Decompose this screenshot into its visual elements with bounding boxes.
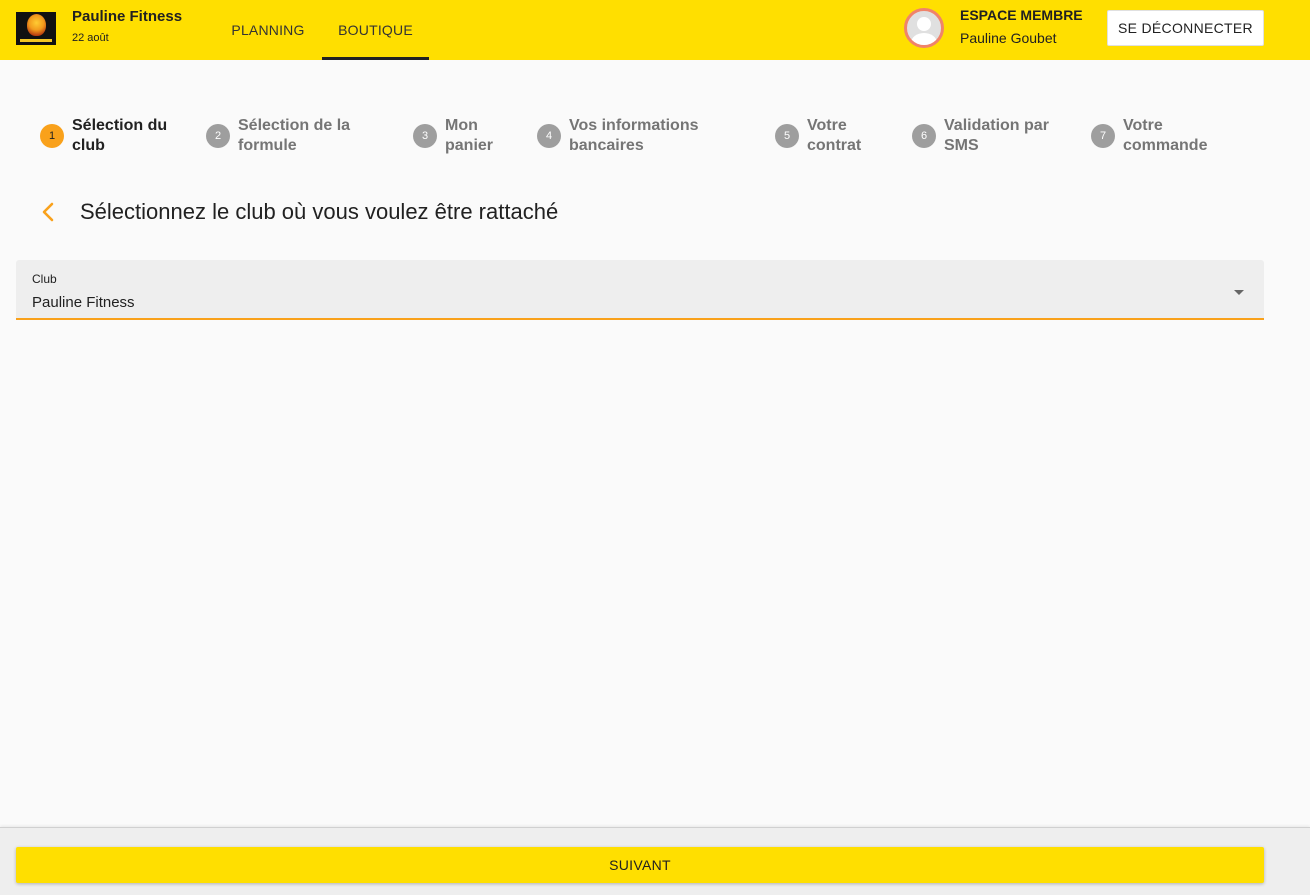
page-title: Sélectionnez le club où vous voulez être…	[80, 199, 559, 224]
step-label: Mon panier	[445, 116, 493, 156]
step-formula-selection[interactable]: 2 Sélection de la formule	[206, 116, 350, 156]
step-number: 1	[40, 124, 64, 148]
step-label: Votre commande	[1123, 116, 1207, 156]
brand-date: 22 août	[72, 32, 109, 44]
next-button[interactable]: SUIVANT	[16, 847, 1264, 883]
club-select-value: Pauline Fitness	[32, 294, 135, 311]
step-number: 3	[413, 124, 437, 148]
step-club-selection[interactable]: 1 Sélection du club	[40, 116, 167, 156]
top-app-bar: Pauline Fitness 22 août PLANNING BOUTIQU…	[0, 0, 1310, 60]
club-select[interactable]: Club Pauline Fitness	[16, 260, 1264, 320]
footer-bar: SUIVANT	[0, 827, 1310, 895]
step-label-line: club	[72, 137, 105, 154]
lion-mane-shape	[27, 14, 46, 36]
step-number: 5	[775, 124, 799, 148]
lion-logo[interactable]	[16, 12, 56, 45]
step-label: Sélection de la formule	[238, 116, 350, 156]
step-label: Validation par SMS	[944, 116, 1049, 156]
step-order[interactable]: 7 Votre commande	[1091, 116, 1207, 156]
step-number: 6	[912, 124, 936, 148]
step-cart[interactable]: 3 Mon panier	[413, 116, 493, 156]
step-label-line: commande	[1123, 137, 1208, 154]
step-label-line: Mon	[445, 117, 478, 134]
step-label: Votre contrat	[807, 116, 861, 156]
step-label-line: Validation par	[944, 117, 1049, 134]
avatar-body	[911, 33, 937, 45]
step-label-line: Sélection de la	[238, 117, 351, 134]
step-label-line: Votre	[1123, 117, 1163, 134]
step-label-line: panier	[445, 137, 494, 154]
avatar-head	[917, 17, 931, 31]
club-select-label: Club	[32, 272, 57, 286]
step-label-line: formule	[238, 137, 297, 154]
step-label: Sélection du club	[72, 116, 167, 156]
step-label-line: Sélection du	[72, 117, 168, 134]
step-label: Vos informations bancaires	[569, 116, 699, 156]
back-button[interactable]	[34, 198, 62, 226]
step-contract[interactable]: 5 Votre contrat	[775, 116, 861, 156]
nav-tab-planning[interactable]: PLANNING	[214, 0, 322, 60]
step-number: 4	[537, 124, 561, 148]
member-space-title: ESPACE MEMBRE	[960, 7, 1083, 23]
step-number: 7	[1091, 124, 1115, 148]
step-label-line: contrat	[807, 137, 862, 154]
chevron-left-icon	[42, 202, 54, 222]
step-bank-info[interactable]: 4 Vos informations bancaires	[537, 116, 699, 156]
step-label-line: bancaires	[569, 137, 644, 154]
step-sms-validation[interactable]: 6 Validation par SMS	[912, 116, 1049, 156]
step-label-line: Vos informations	[569, 117, 699, 134]
logout-button[interactable]: SE DÉCONNECTER	[1107, 10, 1264, 46]
logo-band	[20, 39, 52, 42]
caret-down-icon[interactable]	[1234, 290, 1244, 295]
user-avatar-icon[interactable]	[904, 8, 944, 48]
member-name: Pauline Goubet	[960, 30, 1057, 46]
nav-tab-boutique[interactable]: BOUTIQUE	[322, 0, 429, 60]
brand-name: Pauline Fitness	[72, 8, 183, 25]
step-label-line: SMS	[944, 137, 979, 154]
step-number: 2	[206, 124, 230, 148]
step-label-line: Votre	[807, 117, 847, 134]
